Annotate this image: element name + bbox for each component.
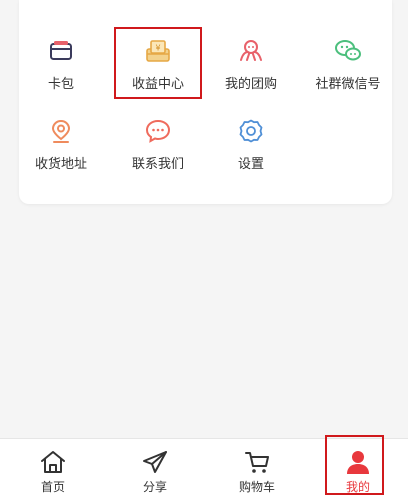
menu-item-label: 收货地址 xyxy=(34,157,87,172)
menu-item-card-wallet[interactable]: 卡包 xyxy=(16,38,106,93)
card-wallet-icon xyxy=(50,41,72,60)
tab-cart-label: 购物车 xyxy=(238,480,275,494)
settings-gear-icon xyxy=(239,119,263,143)
home-icon xyxy=(41,451,65,473)
menu-item-label: 设置 xyxy=(237,157,264,172)
tab-profile-label: 我的 xyxy=(345,480,370,494)
menu-item-wechat[interactable]: 社群微信号 xyxy=(303,38,393,93)
menu-card: 卡包 ¥ 收益中心 我的团购 社群微信号 收货地址 联系我们 设置 xyxy=(19,0,392,204)
menu-item-settings[interactable]: 设置 xyxy=(206,118,296,173)
tab-cart[interactable]: 购物车 xyxy=(217,439,297,499)
tab-home-label: 首页 xyxy=(40,480,65,494)
tab-share-label: 分享 xyxy=(142,480,167,494)
menu-item-label: 卡包 xyxy=(47,77,74,92)
menu-item-label: 社群微信号 xyxy=(315,77,381,92)
location-pin-icon xyxy=(51,119,71,143)
menu-item-group-buy[interactable]: 我的团购 xyxy=(206,38,296,93)
svg-text:¥: ¥ xyxy=(155,44,160,53)
wechat-icon xyxy=(335,40,361,61)
tab-home[interactable]: 首页 xyxy=(13,439,93,499)
earnings-icon: ¥ xyxy=(146,40,170,62)
group-buy-icon xyxy=(240,40,262,61)
menu-item-label: 收益中心 xyxy=(131,77,184,92)
menu-item-contact[interactable]: 联系我们 xyxy=(113,118,203,173)
cart-icon xyxy=(245,452,269,473)
menu-item-label: 联系我们 xyxy=(131,157,184,172)
bottom-tab-bar: 首页 分享 购物车 我的 xyxy=(0,438,408,499)
send-icon xyxy=(143,451,167,473)
menu-item-earnings[interactable]: ¥ 收益中心 xyxy=(113,38,203,93)
menu-item-label: 我的团购 xyxy=(224,77,277,92)
user-icon xyxy=(347,451,369,474)
chat-bubble-icon xyxy=(145,119,171,143)
tab-profile[interactable]: 我的 xyxy=(318,439,398,499)
menu-item-address[interactable]: 收货地址 xyxy=(16,118,106,173)
tab-share[interactable]: 分享 xyxy=(115,439,195,499)
